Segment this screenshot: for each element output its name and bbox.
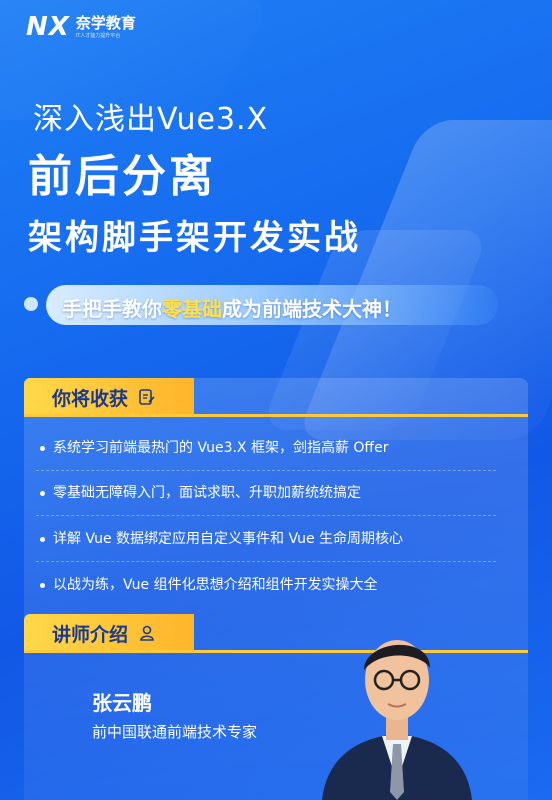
benefit-separator	[36, 470, 496, 472]
benefit-separator	[36, 561, 496, 563]
course-title-secondary: 架构脚手架开发实战	[28, 218, 361, 258]
instructor-photo	[322, 640, 472, 800]
slogan-text: 手把手教你零基础成为前端技术大神！	[62, 297, 402, 321]
slogan-highlight: 零基础	[162, 297, 222, 321]
course-subtitle: 深入浅出Vue3.X	[33, 102, 269, 137]
document-edit-icon	[138, 388, 156, 406]
instructor-heading-tag: 讲师介绍	[24, 614, 194, 652]
benefits-divider	[24, 414, 528, 417]
brand-name: 奈学教育	[75, 13, 136, 32]
benefit-item: 系统学习前端最热门的 Vue3.X 框架，剑指高薪 Offer	[40, 438, 510, 458]
benefit-item: 详解 Vue 数据绑定应用自定义事件和 Vue 生命周期核心	[40, 529, 510, 549]
instructor-name: 张云鹏	[92, 691, 152, 715]
brand-tagline: IT人才能力提升平台	[75, 32, 121, 39]
brand-mark: NX	[26, 12, 70, 42]
benefit-separator	[36, 515, 496, 517]
instructor-title: 前中国联通前端技术专家	[92, 723, 258, 741]
benefits-heading-tag: 你将收获	[24, 378, 194, 416]
slogan-dot	[24, 297, 38, 311]
benefit-item: 零基础无障碍入门，面试求职、升职加薪统统搞定	[40, 483, 510, 503]
brand-logo[interactable]: NX 奈学教育 IT人才能力提升平台	[26, 12, 136, 42]
person-icon	[138, 624, 156, 642]
benefits-heading: 你将收获	[52, 387, 129, 410]
instructor-heading: 讲师介绍	[52, 623, 129, 646]
benefit-item: 以战为练，Vue 组件化思想介绍和组件开发实操大全	[40, 575, 510, 595]
course-title: 前后分离	[28, 151, 216, 202]
